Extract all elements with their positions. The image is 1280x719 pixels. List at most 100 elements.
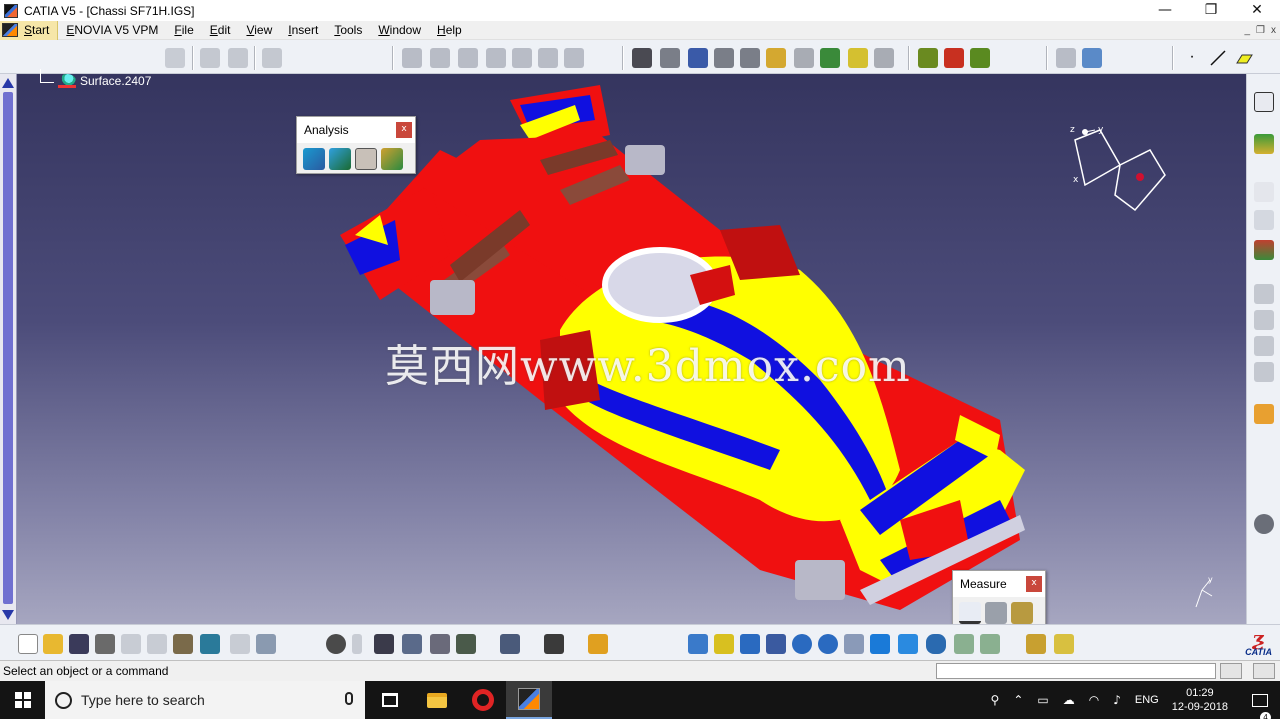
print-icon[interactable]	[95, 634, 115, 654]
start-menu[interactable]: Start	[0, 20, 59, 40]
save-icon[interactable]	[69, 634, 89, 654]
grid-icon[interactable]	[228, 48, 248, 68]
normal-view-icon[interactable]	[844, 634, 864, 654]
catalog-browser-icon[interactable]	[402, 634, 422, 654]
minimize-button[interactable]: —	[1142, 0, 1188, 21]
new-file-icon[interactable]	[18, 634, 38, 654]
menu-tools[interactable]: Tools	[326, 21, 370, 40]
blend-icon[interactable]	[564, 48, 584, 68]
action-center-button[interactable]: 4	[1240, 693, 1280, 719]
tree-node-label[interactable]: Surface.2407	[80, 74, 151, 88]
3d-annotation-query-icon[interactable]	[1026, 634, 1046, 654]
snap-to-point-icon[interactable]	[165, 48, 185, 68]
formula-icon[interactable]	[300, 634, 320, 654]
doc-minimize-button[interactable]: _	[1244, 21, 1250, 40]
surfaces-icon[interactable]	[1254, 134, 1274, 154]
menu-file[interactable]: File	[166, 21, 201, 40]
multi-view-icon[interactable]	[870, 634, 890, 654]
scroll-down-arrow-icon[interactable]	[2, 610, 14, 620]
power-input-button[interactable]	[1253, 663, 1275, 679]
work-on-support-icon[interactable]	[200, 48, 220, 68]
microphone-icon[interactable]	[345, 692, 353, 705]
battery-icon[interactable]: ▭	[1037, 693, 1048, 707]
law-editor-icon[interactable]	[352, 634, 362, 654]
measure-item-icon[interactable]	[985, 602, 1007, 624]
wifi-icon[interactable]: ◠	[1089, 693, 1099, 707]
cut-icon[interactable]	[121, 634, 141, 654]
update-icon[interactable]	[500, 634, 520, 654]
filter-icon[interactable]	[1054, 634, 1074, 654]
hide-show-icon[interactable]	[954, 634, 974, 654]
draft-analysis-icon[interactable]	[355, 148, 377, 170]
scroll-up-arrow-icon[interactable]	[2, 78, 14, 88]
viewport-scrollbar[interactable]	[0, 74, 17, 624]
paste-icon[interactable]	[173, 634, 193, 654]
instantiate-icon[interactable]	[1254, 336, 1274, 356]
task-view-button[interactable]	[367, 681, 413, 719]
zoom-in-icon[interactable]	[792, 634, 812, 654]
extrude-icon[interactable]	[402, 48, 422, 68]
3d-annotation-icon[interactable]	[1254, 240, 1274, 260]
extract-icon[interactable]	[740, 48, 760, 68]
analysis-close-icon[interactable]: x	[396, 122, 412, 138]
sweep-icon[interactable]	[486, 48, 506, 68]
measure-between-icon[interactable]	[959, 602, 981, 624]
opera-browser-button[interactable]	[460, 681, 506, 719]
gear-icon[interactable]	[1254, 514, 1274, 534]
command-list-button[interactable]	[1220, 663, 1242, 679]
select-arrow-icon[interactable]	[1254, 404, 1274, 424]
doc-restore-button[interactable]: ❐	[1256, 21, 1265, 40]
zoom-out-icon[interactable]	[818, 634, 838, 654]
command-input[interactable]	[936, 663, 1216, 679]
adaptive-sweep-icon[interactable]	[970, 48, 990, 68]
shading-icon[interactable]	[926, 634, 946, 654]
boundary-icon[interactable]	[714, 48, 734, 68]
parameters-icon[interactable]	[456, 634, 476, 654]
compass-icon[interactable]: z y x	[1065, 120, 1175, 215]
translate-icon[interactable]	[794, 48, 814, 68]
language-indicator[interactable]: ENG	[1135, 694, 1159, 706]
clock[interactable]: 01:29 12-09-2018	[1172, 686, 1228, 714]
fillet-icon[interactable]	[766, 48, 786, 68]
design-table-icon[interactable]	[374, 634, 394, 654]
cloud-icon[interactable]: ☁	[1063, 693, 1075, 707]
whats-this-help-icon[interactable]	[256, 634, 276, 654]
scroll-thumb[interactable]	[3, 92, 13, 604]
extrapolate-icon[interactable]	[820, 48, 840, 68]
knowledge-inspector-icon[interactable]	[430, 634, 450, 654]
flag-note-icon[interactable]	[1254, 210, 1274, 230]
text-annotation-icon[interactable]	[1254, 182, 1274, 202]
measure-inertia-icon[interactable]	[1011, 602, 1033, 624]
rotate-icon[interactable]	[766, 634, 786, 654]
volume-icon[interactable]: ♪	[1113, 693, 1121, 707]
revolve-icon[interactable]	[430, 48, 450, 68]
measure-panel-title[interactable]: Measure x	[953, 571, 1045, 597]
menu-window[interactable]: Window	[370, 21, 429, 40]
pattern-icon[interactable]	[848, 48, 868, 68]
law-icon[interactable]	[918, 48, 938, 68]
windows-start-button[interactable]	[0, 681, 45, 719]
close-button[interactable]: ✕	[1234, 0, 1280, 21]
capture-icon[interactable]	[544, 634, 564, 654]
undo-icon[interactable]	[200, 634, 220, 654]
join-icon[interactable]	[632, 48, 652, 68]
duplicate-icon[interactable]	[1254, 362, 1274, 382]
catalog-icon[interactable]	[1056, 48, 1076, 68]
open-folder-icon[interactable]	[43, 634, 63, 654]
swap-visible-space-icon[interactable]	[980, 634, 1000, 654]
measure-close-icon[interactable]: x	[1026, 576, 1042, 592]
line-icon[interactable]	[1208, 48, 1228, 68]
file-explorer-button[interactable]	[414, 681, 460, 719]
sphere-icon[interactable]	[458, 48, 478, 68]
fill-icon[interactable]	[512, 48, 532, 68]
doc-close-button[interactable]: x	[1271, 21, 1276, 40]
people-icon[interactable]: ⚲	[991, 693, 1000, 707]
copy-icon[interactable]	[1254, 284, 1274, 304]
knowledge-advisor-icon[interactable]	[326, 634, 346, 654]
chevron-up-icon[interactable]: ⌃	[1013, 693, 1023, 707]
connect-checker-icon[interactable]	[303, 148, 325, 170]
fit-all-icon[interactable]	[714, 634, 734, 654]
menu-insert[interactable]: Insert	[280, 21, 326, 40]
pan-icon[interactable]	[740, 634, 760, 654]
develop-icon[interactable]	[874, 48, 894, 68]
